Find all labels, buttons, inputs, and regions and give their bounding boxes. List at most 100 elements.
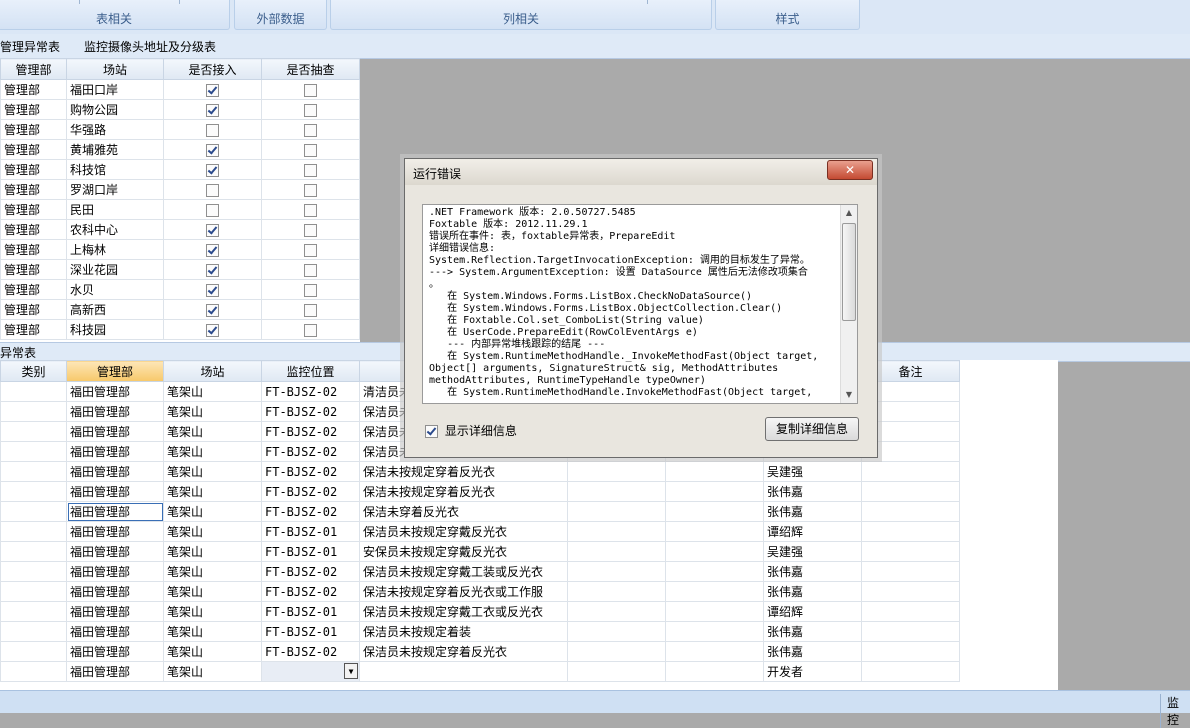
cell-remark[interactable] [861, 581, 960, 602]
cell-category[interactable] [0, 441, 67, 462]
cell-empty[interactable] [567, 501, 666, 522]
cell-connected[interactable] [163, 239, 262, 260]
table-row[interactable]: 管理部 黄埔雅苑 [0, 139, 360, 160]
cell-location[interactable]: FT-BJSZ-02 [261, 641, 360, 662]
spot-check-checkbox[interactable] [304, 143, 317, 157]
cell-dept[interactable]: 福田管理部 [66, 521, 164, 542]
connected-checkbox[interactable] [206, 103, 219, 117]
cell-location[interactable]: FT-BJSZ-02 [261, 481, 360, 502]
cell-handler[interactable]: 谭绍辉 [763, 601, 862, 622]
cell-category[interactable] [0, 501, 67, 522]
cell-connected[interactable] [163, 99, 262, 120]
cell-connected[interactable] [163, 119, 262, 140]
cell-site[interactable]: 笔架山 [163, 441, 262, 462]
cell-category[interactable] [0, 661, 67, 682]
connected-checkbox[interactable] [206, 163, 219, 177]
table-row[interactable]: 福田管理部 笔架山 FT-BJSZ-02 保洁未按规定穿着反光衣 吴建强 [0, 461, 960, 482]
column-header[interactable]: 场站 [66, 58, 164, 80]
cell-connected[interactable] [163, 159, 262, 180]
cell-dept[interactable]: 管理部 [0, 239, 67, 260]
cell-connected[interactable] [163, 279, 262, 300]
table-row[interactable]: 管理部 高新西 [0, 299, 360, 320]
table-row[interactable]: 管理部 华强路 [0, 119, 360, 140]
cell-location[interactable]: FT-BJSZ-01 [261, 541, 360, 562]
cell-handler[interactable]: 张伟嘉 [763, 621, 862, 642]
cell-description[interactable]: 保洁员未按规定穿戴工装或反光衣 [359, 561, 568, 582]
cell-dept[interactable]: 管理部 [0, 259, 67, 280]
cell-site[interactable]: 上梅林 [66, 239, 164, 260]
cell-site[interactable]: 民田 [66, 199, 164, 220]
cell-empty[interactable] [665, 641, 764, 662]
cell-description[interactable]: 保洁员未按规定穿戴反光衣 [359, 521, 568, 542]
cell-empty[interactable] [665, 621, 764, 642]
cell-checked[interactable] [261, 219, 360, 240]
cell-remark[interactable] [861, 561, 960, 582]
cell-dept[interactable]: 福田管理部 [66, 381, 164, 402]
cell-dept[interactable]: 管理部 [0, 319, 67, 340]
cell-location[interactable]: FT-BJSZ-02 [261, 461, 360, 482]
cell-site[interactable]: 农科中心 [66, 219, 164, 240]
cell-site[interactable]: 黄埔雅苑 [66, 139, 164, 160]
cell-checked[interactable] [261, 199, 360, 220]
cell-category[interactable] [0, 381, 67, 402]
table-row[interactable]: 福田管理部 笔架山 FT-BJSZ-01 保洁员未按规定穿戴反光衣 谭绍辉 [0, 521, 960, 542]
cell-empty[interactable] [567, 661, 666, 682]
cell-dept[interactable]: 福田管理部 [66, 581, 164, 602]
cell-dept[interactable]: 管理部 [0, 99, 67, 120]
cell-empty[interactable] [567, 621, 666, 642]
cell-empty[interactable] [665, 481, 764, 502]
cell-site[interactable]: 笔架山 [163, 601, 262, 622]
cell-dept[interactable]: 福田管理部 [66, 501, 164, 522]
column-header[interactable]: 管理部 [66, 360, 164, 382]
cell-empty[interactable] [567, 541, 666, 562]
cell-category[interactable] [0, 481, 67, 502]
spot-check-checkbox[interactable] [304, 303, 317, 317]
cell-remark[interactable] [861, 521, 960, 542]
copy-details-button[interactable]: 复制详细信息 [765, 417, 859, 441]
cell-site[interactable]: 笔架山 [163, 421, 262, 442]
cell-checked[interactable] [261, 139, 360, 160]
cell-site[interactable]: 笔架山 [163, 521, 262, 542]
cell-description[interactable]: 安保员未按规定穿戴反光衣 [359, 541, 568, 562]
cell-empty[interactable] [665, 601, 764, 622]
cell-site[interactable]: 购物公园 [66, 99, 164, 120]
cell-site[interactable]: 科技馆 [66, 159, 164, 180]
spot-check-checkbox[interactable] [304, 223, 317, 237]
connected-checkbox[interactable] [206, 223, 219, 237]
cell-dept[interactable]: 福田管理部 [66, 441, 164, 462]
cell-site[interactable]: 笔架山 [163, 501, 262, 522]
table-row[interactable]: 福田管理部 笔架山 FT-BJSZ-02 保洁未穿着反光衣 张伟嘉 [0, 501, 960, 522]
spot-check-checkbox[interactable] [304, 263, 317, 277]
cell-site[interactable]: 笔架山 [163, 401, 262, 422]
cell-dept[interactable]: 管理部 [0, 219, 67, 240]
table-row[interactable]: 福田管理部 笔架山 ▼ 开发者 [0, 661, 960, 682]
cell-category[interactable] [0, 521, 67, 542]
show-details-option[interactable]: 显示详细信息 [425, 422, 517, 439]
cell-remark[interactable] [861, 501, 960, 522]
cell-category[interactable] [0, 461, 67, 482]
cell-empty[interactable] [665, 561, 764, 582]
cell-checked[interactable] [261, 239, 360, 260]
cell-handler[interactable]: 吴建强 [763, 541, 862, 562]
cell-location[interactable]: ▼ [261, 661, 360, 682]
cell-location[interactable]: FT-BJSZ-02 [261, 581, 360, 602]
cell-site[interactable]: 罗湖口岸 [66, 179, 164, 200]
spot-check-checkbox[interactable] [304, 203, 317, 217]
cell-site[interactable]: 笔架山 [163, 621, 262, 642]
show-details-checkbox[interactable] [425, 425, 438, 438]
cell-location[interactable]: FT-BJSZ-01 [261, 621, 360, 642]
cell-checked[interactable] [261, 259, 360, 280]
cell-description[interactable]: 保洁员未按规定穿戴工衣或反光衣 [359, 601, 568, 622]
cell-checked[interactable] [261, 299, 360, 320]
table-row[interactable]: 管理部 农科中心 [0, 219, 360, 240]
spot-check-checkbox[interactable] [304, 83, 317, 97]
cell-location[interactable]: FT-BJSZ-02 [261, 401, 360, 422]
cell-location[interactable]: FT-BJSZ-01 [261, 521, 360, 542]
cell-description[interactable]: 保洁未按规定穿着反光衣 [359, 481, 568, 502]
table-row[interactable]: 福田管理部 笔架山 FT-BJSZ-01 安保员未按规定穿戴反光衣 吴建强 [0, 541, 960, 562]
cell-connected[interactable] [163, 319, 262, 340]
cell-site[interactable]: 笔架山 [163, 461, 262, 482]
cell-checked[interactable] [261, 319, 360, 340]
cell-site[interactable]: 高新西 [66, 299, 164, 320]
cell-empty[interactable] [567, 561, 666, 582]
